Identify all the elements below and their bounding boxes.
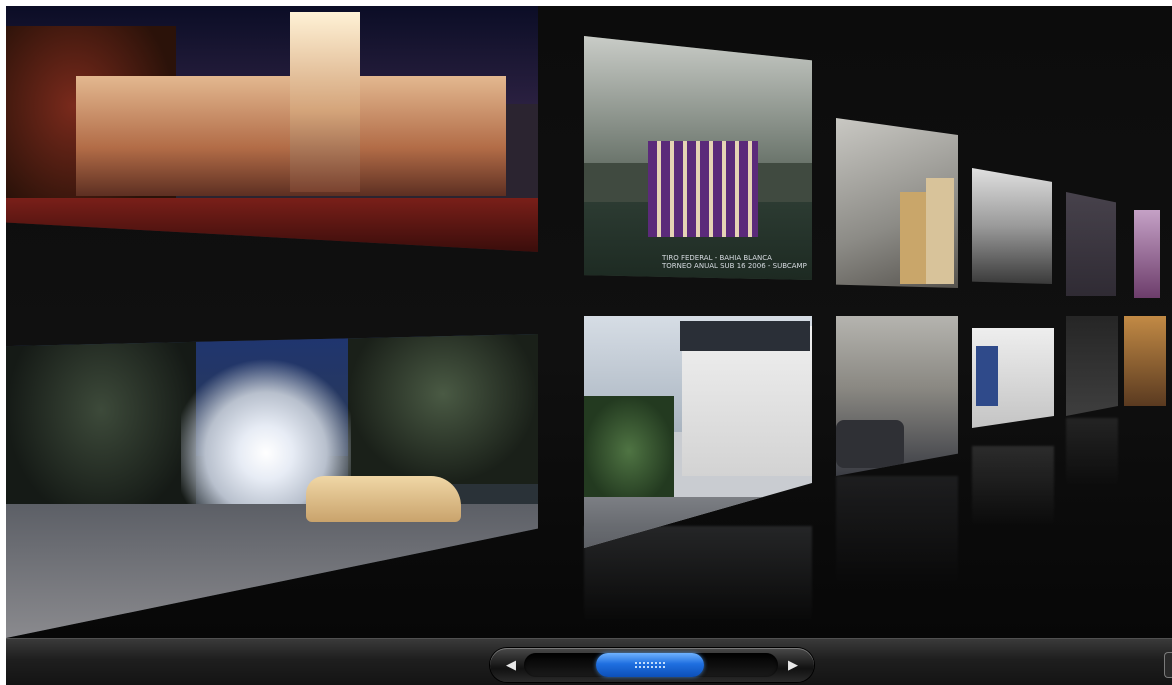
tile-image-team xyxy=(648,141,758,237)
scroll-track[interactable] xyxy=(524,653,778,677)
caption-line: TORNEO ANUAL SUB 16 2006 - SUBCAMP xyxy=(662,262,807,270)
scroll-right-button[interactable]: ▶ xyxy=(776,648,810,682)
tile-image-car xyxy=(836,420,904,468)
reflection xyxy=(836,476,958,586)
gallery-tile-far[interactable] xyxy=(1124,316,1166,406)
gallery-tile-construction[interactable] xyxy=(836,118,958,288)
tile-image-road xyxy=(6,504,538,638)
grip-icon xyxy=(634,661,666,669)
tile-image-ground xyxy=(6,197,538,252)
tile-image-roof xyxy=(680,321,810,351)
chevron-left-icon: ◀ xyxy=(506,657,516,673)
gallery-tile-far[interactable] xyxy=(1066,192,1116,296)
tile-image-person xyxy=(926,178,954,284)
tile-image-taxi xyxy=(306,476,461,522)
gallery-tile-harbor[interactable] xyxy=(972,168,1052,284)
corner-button[interactable] xyxy=(1164,652,1172,678)
gallery-tile-volleyball[interactable]: TIRO FEDERAL - BAHIA BLANCA TORNEO ANUAL… xyxy=(584,36,812,280)
reflection xyxy=(584,526,812,626)
caption-line: TIRO FEDERAL - BAHIA BLANCA xyxy=(662,254,772,262)
tile-caption: TIRO FEDERAL - BAHIA BLANCA TORNEO ANUAL… xyxy=(662,254,807,270)
reflection xyxy=(972,446,1054,526)
gallery-tile-far[interactable] xyxy=(1134,210,1160,298)
chevron-right-icon: ▶ xyxy=(788,657,798,673)
tile-image-tree xyxy=(584,396,674,506)
gallery-tile-palace[interactable] xyxy=(6,6,538,252)
gallery-tile-gate[interactable] xyxy=(6,334,538,638)
gallery-tile-house[interactable] xyxy=(584,316,812,548)
tile-image-trees xyxy=(348,334,538,484)
tile-image-ad xyxy=(976,346,998,406)
tile-image-tower xyxy=(290,12,360,192)
tile-image-trees xyxy=(6,334,196,524)
gallery-tile-newspaper[interactable] xyxy=(972,328,1054,428)
scroll-thumb[interactable] xyxy=(596,653,704,677)
gallery-tile-far[interactable] xyxy=(1066,316,1118,416)
gallery-tile-street[interactable] xyxy=(836,316,958,476)
coverflow-gallery[interactable]: TIRO FEDERAL - BAHIA BLANCA TORNEO ANUAL… xyxy=(6,6,1172,638)
scroll-left-button[interactable]: ◀ xyxy=(494,648,528,682)
reflection xyxy=(1066,418,1118,488)
gallery-scrollbar[interactable]: ◀ ▶ xyxy=(490,648,814,682)
